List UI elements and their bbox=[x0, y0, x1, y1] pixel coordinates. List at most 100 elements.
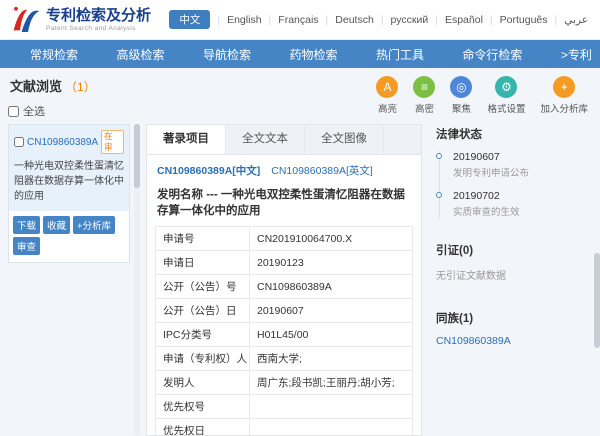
field-value: 20190607 bbox=[249, 298, 413, 323]
citation-title: 引证(0) bbox=[436, 245, 474, 257]
field-value: CN109860389A bbox=[249, 274, 413, 299]
field-label: 申请（专利权）人 bbox=[155, 346, 250, 371]
invention-name-line: 发明名称 --- 一种光电双控柔性蛋清忆阻器在数据存算一体化中的应用 bbox=[147, 180, 421, 226]
nav-item-advanced-search[interactable]: 高级检索 bbox=[116, 46, 164, 63]
favorite-button[interactable]: 收藏 bbox=[43, 216, 71, 234]
list-scrollbar-thumb[interactable] bbox=[134, 124, 140, 188]
main-row: CN109860389A 在审 一种光电双控柔性蛋清忆阻器在数据存算一体化中的应… bbox=[8, 124, 592, 436]
focus-action[interactable]: ◎ 聚焦 bbox=[450, 76, 473, 115]
field-label: 申请号 bbox=[155, 226, 250, 251]
timeline-desc: 发明专利申请公布 bbox=[453, 168, 530, 179]
nav-item-drug-search[interactable]: 药物检索 bbox=[289, 46, 337, 63]
field-value: H01L45/00 bbox=[249, 322, 413, 347]
nav-item-regular-search[interactable]: 常规检索 bbox=[30, 46, 78, 63]
add-to-analysis-action[interactable]: + 加入分析库 bbox=[540, 76, 588, 115]
result-card-header: CN109860389A 在审 一种光电双控柔性蛋清忆阻器在数据存算一体化中的应… bbox=[9, 125, 129, 211]
language-option-ru[interactable]: русский bbox=[374, 14, 429, 26]
language-switcher: 中文 English Français Deutsch русский Espa… bbox=[169, 10, 588, 29]
timeline-entry: 20190702 实质审查的生效 bbox=[436, 190, 588, 218]
language-option-zh[interactable]: 中文 bbox=[169, 10, 211, 29]
citation-empty-text: 无引证文献数据 bbox=[436, 271, 506, 282]
page-scrollbar-thumb[interactable] bbox=[594, 253, 600, 348]
nav-item-hot-tools[interactable]: 热门工具 bbox=[376, 46, 424, 63]
table-row: 申请（专利权）人 西南大学; bbox=[155, 346, 413, 371]
density-label: 高密 bbox=[414, 104, 434, 115]
field-label: 优先权号 bbox=[155, 394, 250, 419]
download-button[interactable]: 下载 bbox=[13, 216, 41, 234]
nav-item-nav-search[interactable]: 导航检索 bbox=[203, 46, 251, 63]
doc-links: CN109860389A[中文] CN109860389A[英文] bbox=[147, 155, 421, 180]
result-doc-link[interactable]: CN109860389A bbox=[27, 137, 98, 148]
highlight-label: 高亮 bbox=[377, 104, 397, 115]
legal-status-panel: 法律状态 20190607 发明专利申请公布 20190702 实质审查的生效 … bbox=[422, 124, 592, 436]
table-row: 公开（公告）日 20190607 bbox=[155, 298, 413, 323]
field-value bbox=[249, 418, 413, 435]
page-scrollbar[interactable] bbox=[594, 68, 600, 436]
bibliographic-table: 申请号 CN201910064700.X 申请日 20190123 公开（公告）… bbox=[155, 226, 413, 435]
app-title: 专利检索及分析 bbox=[46, 7, 152, 25]
nav-item-command-search[interactable]: 命令行检索 bbox=[462, 46, 522, 63]
doc-link-zh[interactable]: CN109860389A[中文] bbox=[157, 165, 260, 177]
select-all-checkbox[interactable] bbox=[8, 105, 19, 117]
legal-timeline: 20190607 发明专利申请公布 20190702 实质审查的生效 bbox=[436, 151, 588, 218]
doc-link-en[interactable]: CN109860389A[英文] bbox=[271, 165, 373, 177]
timeline-dot-icon bbox=[436, 153, 442, 159]
app-header: 专利检索及分析 Patent Search and Analysis 中文 En… bbox=[0, 0, 600, 40]
result-checkbox[interactable] bbox=[14, 137, 24, 147]
app-logo: 专利检索及分析 Patent Search and Analysis bbox=[8, 5, 151, 35]
invention-name-sep: --- bbox=[206, 189, 218, 201]
add-to-analysis-label: 加入分析库 bbox=[540, 104, 588, 115]
tab-images[interactable]: 全文图像 bbox=[305, 125, 384, 154]
field-value: 周广东;段书凯;王丽丹;胡小芳; bbox=[249, 370, 413, 395]
field-label: 公开（公告）号 bbox=[155, 274, 250, 299]
table-row: 发明人 周广东;段书凯;王丽丹;胡小芳; bbox=[155, 370, 413, 395]
review-button[interactable]: 审查 bbox=[13, 237, 41, 255]
language-option-de[interactable]: Deutsch bbox=[319, 14, 374, 26]
select-all: 全选 bbox=[8, 103, 96, 119]
result-card: CN109860389A 在审 一种光电双控柔性蛋清忆阻器在数据存算一体化中的应… bbox=[8, 124, 130, 263]
field-value bbox=[249, 394, 413, 419]
timeline-desc: 实质审查的生效 bbox=[453, 207, 520, 218]
table-row: 优先权日 bbox=[155, 418, 413, 435]
gear-icon: ⚙ bbox=[495, 76, 518, 98]
table-row: IPC分类号 H01L45/00 bbox=[155, 322, 413, 347]
app-subtitle: Patent Search and Analysis bbox=[46, 24, 136, 32]
result-card-buttons: 下载 收藏 +分析库 审查 bbox=[9, 211, 129, 262]
add-analysis-button[interactable]: +分析库 bbox=[73, 216, 116, 234]
detail-panel: 著录项目 全文文本 全文图像 CN109860389A[中文] CN109860… bbox=[146, 124, 422, 436]
timeline-entry: 20190607 发明专利申请公布 bbox=[436, 151, 588, 179]
table-row: 申请日 20190123 bbox=[155, 250, 413, 275]
detail-tabs: 著录项目 全文文本 全文图像 bbox=[147, 125, 421, 155]
language-option-es[interactable]: Español bbox=[428, 14, 483, 26]
field-value: 西南大学; bbox=[249, 346, 413, 371]
format-settings-action[interactable]: ⚙ 格式设置 bbox=[487, 76, 525, 115]
field-label: 发明人 bbox=[155, 370, 250, 395]
language-option-ar[interactable]: عربي bbox=[548, 14, 588, 26]
content-area: 文献浏览 （1） 全选 A 高亮 ≡ 高密 ◎ 聚焦 ⚙ 格式设置 + 加入分析… bbox=[0, 68, 600, 436]
result-card-top: CN109860389A 在审 bbox=[14, 130, 124, 154]
language-option-en[interactable]: English bbox=[210, 14, 261, 26]
focus-icon: ◎ bbox=[450, 76, 473, 98]
table-row: 优先权号 bbox=[155, 394, 413, 419]
family-doc-link[interactable]: CN109860389A bbox=[436, 335, 588, 347]
browse-title: 文献浏览 bbox=[10, 79, 63, 94]
nav-item-patent-more[interactable]: >专利 bbox=[561, 46, 592, 63]
list-scrollbar[interactable] bbox=[134, 124, 140, 436]
result-title[interactable]: 一种光电双控柔性蛋清忆阻器在数据存算一体化中的应用 bbox=[14, 159, 124, 204]
table-row: 公开（公告）号 CN109860389A bbox=[155, 274, 413, 299]
invention-name-label: 发明名称 bbox=[157, 189, 203, 201]
select-all-label: 全选 bbox=[23, 106, 45, 118]
timeline-dot-icon bbox=[436, 192, 442, 198]
language-option-fr[interactable]: Français bbox=[262, 14, 318, 26]
app-logo-text: 专利检索及分析 Patent Search and Analysis bbox=[46, 7, 151, 31]
tab-bibliographic[interactable]: 著录项目 bbox=[147, 125, 226, 154]
browse-header: 文献浏览 （1） 全选 bbox=[8, 76, 96, 119]
tab-fulltext[interactable]: 全文文本 bbox=[226, 125, 305, 154]
field-value: 20190123 bbox=[249, 250, 413, 275]
format-settings-label: 格式设置 bbox=[487, 104, 526, 115]
density-action[interactable]: ≡ 高密 bbox=[413, 76, 436, 115]
timeline-date: 20190702 bbox=[453, 190, 500, 202]
language-option-pt[interactable]: Português bbox=[483, 14, 548, 26]
highlight-action[interactable]: A 高亮 bbox=[376, 76, 399, 115]
density-icon: ≡ bbox=[413, 76, 436, 98]
